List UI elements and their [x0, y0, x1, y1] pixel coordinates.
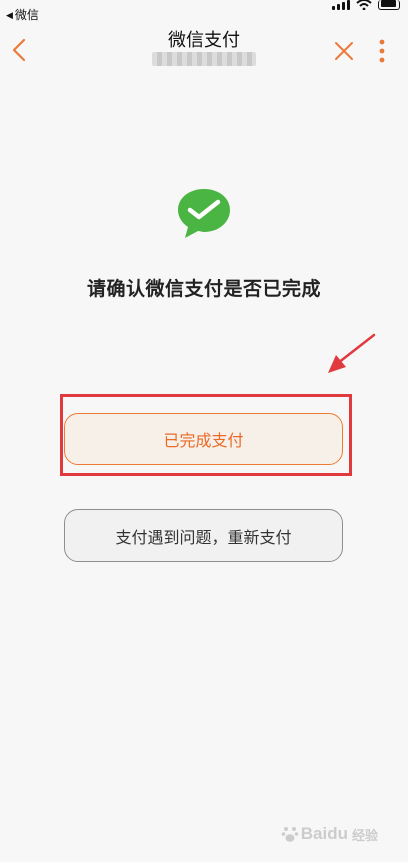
confirm-heading: 请确认微信支付是否已完成 — [86, 279, 321, 300]
retry-payment-button[interactable]: 支付遇到问题，重新支付 — [64, 509, 343, 562]
wifi-icon — [356, 0, 372, 10]
paw-icon — [281, 827, 299, 842]
battery-icon — [378, 0, 400, 10]
signal-icon — [332, 0, 350, 10]
close-icon[interactable] — [334, 41, 354, 61]
watermark-sub: 经验 — [351, 827, 378, 843]
back-to-app-label: 微信 — [14, 8, 39, 22]
payment-completed-button[interactable]: 已完成支付 — [64, 413, 343, 465]
blurred-subtitle — [152, 52, 256, 66]
more-vertical-icon[interactable] — [372, 38, 392, 64]
baidu-watermark: Baidu 经验 — [281, 824, 378, 844]
watermark-brand: Baidu — [300, 824, 348, 843]
annotation-arrow-icon — [328, 333, 376, 373]
back-to-app-link[interactable]: ◀ 微信 — [6, 6, 39, 23]
wechat-pay-icon — [178, 189, 230, 238]
back-triangle-icon: ◀ — [6, 9, 13, 20]
status-indicators — [332, 0, 400, 10]
nav-bar: 微信支付 — [0, 22, 408, 78]
